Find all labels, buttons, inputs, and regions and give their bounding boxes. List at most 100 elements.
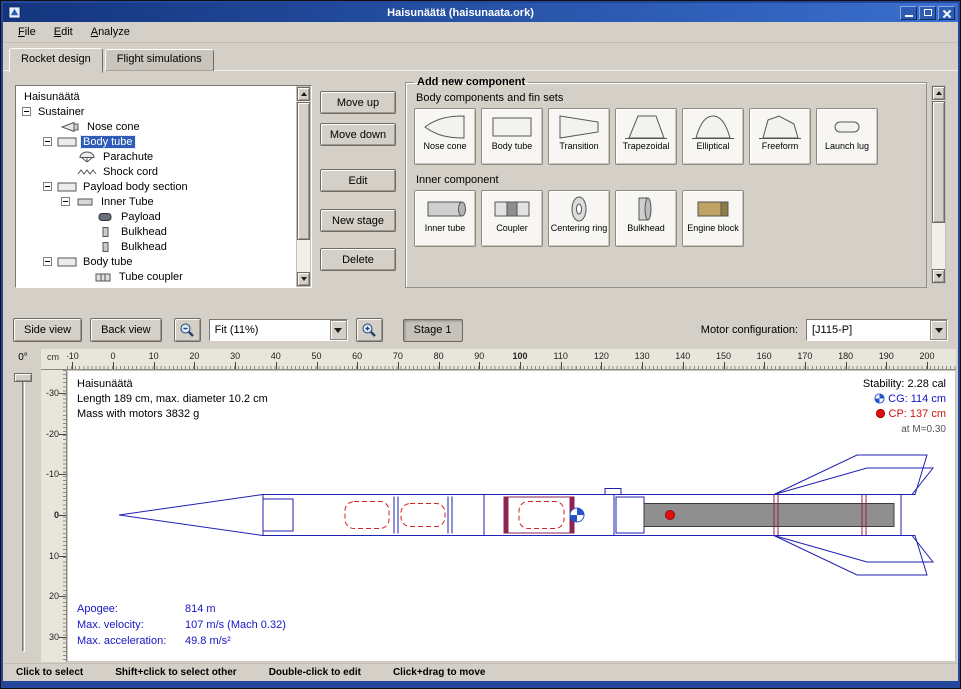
rotation-slider-handle[interactable]	[14, 373, 32, 382]
tree-item-inner-tube[interactable]: Inner Tube	[17, 194, 295, 209]
tree-item-bulkhead[interactable]: Bulkhead	[17, 239, 295, 254]
hint-click-drag: Click+drag to move	[393, 667, 486, 678]
palette-coupler-button[interactable]: Coupler	[481, 190, 543, 247]
tree-item-body-tube-2[interactable]: Body tube	[17, 254, 295, 269]
palette-elliptical-button[interactable]: Elliptical	[682, 108, 744, 165]
tree-item-bulkhead-3[interactable]: Bulkhead	[17, 284, 295, 286]
bulkhead-icon	[624, 194, 668, 224]
collapse-handle-icon[interactable]	[22, 107, 31, 116]
palette-trapezoidal-button[interactable]: Trapezoidal	[615, 108, 677, 165]
palette-bulkhead-button[interactable]: Bulkhead	[615, 190, 677, 247]
mach-readout: at M=0.30	[863, 422, 946, 437]
new-stage-button[interactable]: New stage	[320, 209, 396, 232]
tree-action-buttons: Move up Move down Edit New stage Delete	[320, 91, 396, 271]
scrollbar-thumb[interactable]	[932, 101, 945, 223]
tab-rocket-design[interactable]: Rocket design	[9, 48, 103, 73]
bulkhead-icon	[93, 286, 113, 287]
body-components-row: Nose cone Body tube Transition Trapezoid…	[414, 108, 918, 165]
titlebar[interactable]: Haisunäätä (haisunaata.ork)	[3, 3, 958, 22]
body-components-label: Body components and fin sets	[416, 92, 918, 104]
palette-scrollbar[interactable]	[931, 85, 946, 284]
tree-item-parachute[interactable]: Parachute	[17, 149, 295, 164]
maximize-icon	[924, 9, 932, 16]
component-tree: Haisunäätä Sustainer Nose cone Body tube…	[17, 87, 295, 286]
rocket-mass: Mass with motors 3832 g	[77, 407, 268, 422]
add-component-title: Add new component	[414, 76, 528, 88]
delete-button[interactable]: Delete	[320, 248, 396, 271]
tree-item-payload-body-section[interactable]: Payload body section	[17, 179, 295, 194]
zoom-in-icon	[361, 322, 377, 338]
collapse-handle-icon[interactable]	[61, 197, 70, 206]
palette-engine-block-button[interactable]: Engine block	[682, 190, 744, 247]
close-button[interactable]	[938, 6, 955, 20]
move-up-button[interactable]: Move up	[320, 91, 396, 114]
motor-configuration-select[interactable]: [J115-P]	[806, 319, 948, 341]
tab-flight-simulations[interactable]: Flight simulations	[105, 49, 214, 71]
view-toolbar: Side view Back view Fit (11%) Stage 1 Mo…	[13, 315, 948, 345]
component-tree-panel: Haisunäätä Sustainer Nose cone Body tube…	[15, 85, 312, 288]
tree-item-tube-coupler[interactable]: Tube coupler	[17, 269, 295, 284]
palette-nose-cone-button[interactable]: Nose cone	[414, 108, 476, 165]
velocity-row: Max. velocity:107 m/s (Mach 0.32)	[77, 617, 286, 633]
palette-freeform-button[interactable]: Freeform	[749, 108, 811, 165]
payload-icon	[95, 211, 115, 223]
tree-item-bulkhead[interactable]: Bulkhead	[17, 224, 295, 239]
dropdown-button[interactable]	[930, 320, 947, 340]
back-view-button[interactable]: Back view	[90, 318, 162, 342]
app-window: Haisunäätä (haisunaata.ork) File Edit An…	[0, 0, 961, 689]
chevron-down-icon	[334, 328, 342, 333]
arrow-down-icon	[301, 277, 307, 281]
menu-edit[interactable]: Edit	[45, 23, 82, 41]
tree-item-rocket[interactable]: Haisunäätä	[17, 89, 295, 104]
engine-block-icon	[691, 194, 735, 224]
scroll-up-button[interactable]	[932, 86, 945, 100]
collapse-handle-icon[interactable]	[43, 182, 52, 191]
rocket-canvas[interactable]: Haisunäätä Length 189 cm, max. diameter …	[67, 370, 956, 662]
palette-launch-lug-button[interactable]: Launch lug	[816, 108, 878, 165]
rotation-value: 0°	[5, 349, 41, 363]
menu-file[interactable]: File	[9, 23, 45, 41]
collapse-handle-icon[interactable]	[43, 137, 52, 146]
arrow-up-icon	[936, 91, 942, 95]
tree-scrollbar[interactable]	[296, 86, 311, 287]
zoom-out-button[interactable]	[174, 318, 201, 342]
freeform-fin-icon	[758, 112, 802, 142]
horizontal-ruler: -100102030405060708090100110120130140150…	[67, 349, 956, 370]
palette-transition-button[interactable]: Transition	[548, 108, 610, 165]
maximize-button[interactable]	[919, 6, 936, 20]
dropdown-button[interactable]	[330, 320, 347, 340]
inner-tube-icon	[423, 194, 467, 224]
menu-analyze[interactable]: Analyze	[82, 23, 139, 41]
tree-item-payload[interactable]: Payload	[17, 209, 295, 224]
status-bar: Click to select Shift+click to select ot…	[3, 663, 958, 681]
tree-item-sustainer[interactable]: Sustainer	[17, 104, 295, 119]
rotation-slider-track[interactable]	[22, 375, 25, 652]
side-view-button[interactable]: Side view	[13, 318, 82, 342]
scroll-down-button[interactable]	[297, 272, 310, 286]
window-icon	[8, 6, 21, 19]
scrollbar-thumb[interactable]	[297, 102, 310, 240]
palette-inner-tube-button[interactable]: Inner tube	[414, 190, 476, 247]
tree-item-body-tube[interactable]: Body tube	[17, 134, 295, 149]
tree-item-shock-cord[interactable]: Shock cord	[17, 164, 295, 179]
zoom-in-button[interactable]	[356, 318, 383, 342]
zoom-select[interactable]: Fit (11%)	[209, 319, 348, 341]
tab-strip: Rocket design Flight simulations	[9, 45, 216, 71]
move-down-button[interactable]: Move down	[320, 123, 396, 146]
bulkhead-icon	[95, 241, 115, 253]
cg-icon	[874, 393, 885, 404]
scroll-up-button[interactable]	[297, 87, 310, 101]
palette-body-tube-button[interactable]: Body tube	[481, 108, 543, 165]
tree-item-nose-cone[interactable]: Nose cone	[17, 119, 295, 134]
palette-centering-ring-button[interactable]: Centering ring	[548, 190, 610, 247]
body-tube-icon	[57, 181, 77, 193]
coupler-icon	[93, 271, 113, 283]
scroll-down-button[interactable]	[932, 269, 945, 283]
edit-button[interactable]: Edit	[320, 169, 396, 192]
collapse-handle-icon[interactable]	[43, 257, 52, 266]
stage-1-toggle[interactable]: Stage 1	[403, 319, 463, 342]
rocket-length: Length 189 cm, max. diameter 10.2 cm	[77, 392, 268, 407]
elliptical-fin-icon	[691, 112, 735, 142]
minimize-button[interactable]	[900, 6, 917, 20]
hint-double-click: Double-click to edit	[269, 667, 361, 678]
